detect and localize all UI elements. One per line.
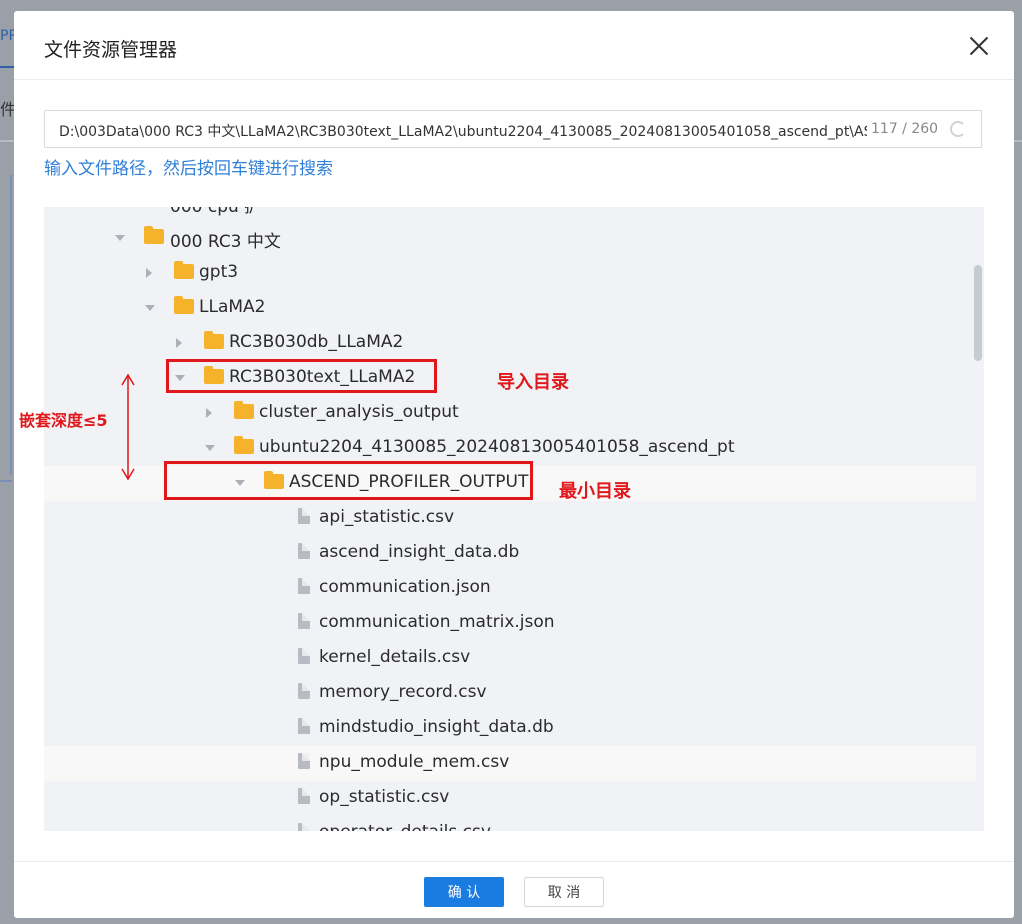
- tree-item-file[interactable]: communication_matrix.json: [44, 606, 976, 641]
- tree-item-label: communication.json: [319, 577, 491, 597]
- folder-icon: [234, 436, 254, 454]
- cancel-button[interactable]: 取 消: [524, 877, 604, 907]
- tree-item-label: 000 RC3 中文: [170, 232, 281, 252]
- chevron-right-icon[interactable]: [206, 408, 212, 418]
- tree-item-file[interactable]: api_statistic.csv: [44, 501, 976, 536]
- file-icon: [298, 788, 310, 804]
- import-dir-annotation: 导入目录: [497, 372, 569, 393]
- chevron-right-icon[interactable]: [146, 268, 152, 278]
- char-count: 117 / 260: [871, 121, 939, 137]
- loading-icon: [950, 121, 966, 137]
- dialog-header: 文件资源管理器: [14, 11, 1014, 80]
- tree-item-file[interactable]: communication.json: [44, 571, 976, 606]
- tree-item-folder[interactable]: RC3B030db_LLaMA2: [44, 326, 976, 361]
- tree-item-file[interactable]: op_statistic.csv: [44, 781, 976, 816]
- tree-item-file[interactable]: kernel_details.csv: [44, 641, 976, 676]
- tree-item-label: communication_matrix.json: [319, 612, 555, 632]
- file-icon: [298, 683, 310, 699]
- chevron-right-icon[interactable]: [176, 338, 182, 348]
- file-icon: [298, 823, 310, 831]
- tree-item-folder[interactable]: cluster_analysis_output: [44, 396, 976, 431]
- file-icon: [298, 578, 310, 594]
- path-input[interactable]: D:\003Data\000 RC3 中文\LLaMA2\RC3B030text…: [44, 110, 982, 148]
- tree-item-label: op_statistic.csv: [319, 787, 450, 807]
- tree-item-label: RC3B030db_LLaMA2: [229, 332, 404, 352]
- file-explorer-dialog: 文件资源管理器 D:\003Data\000 RC3 中文\LLaMA2\RC3…: [14, 11, 1014, 918]
- tree-item-label: kernel_details.csv: [319, 647, 471, 667]
- tree-item-folder[interactable]: LLaMA2: [44, 291, 976, 326]
- folder-icon: [234, 401, 254, 419]
- confirm-button[interactable]: 确 认: [424, 877, 504, 907]
- tree-item-file[interactable]: mindstudio_insight_data.db: [44, 711, 976, 746]
- dialog-footer: 确 认 取 消: [14, 861, 1014, 919]
- min-dir-annotation: 最小目录: [559, 481, 631, 502]
- path-input-value[interactable]: D:\003Data\000 RC3 中文\LLaMA2\RC3B030text…: [59, 121, 867, 141]
- tree-item-label: gpt3: [199, 262, 239, 282]
- tree-item-file[interactable]: npu_module_mem.csv: [44, 746, 976, 781]
- tree-item-partial[interactable]: 000 cpu 扩: [170, 207, 261, 217]
- tree-item-label: npu_module_mem.csv: [319, 752, 510, 772]
- file-icon: [298, 753, 310, 769]
- tree-item-file[interactable]: ascend_insight_data.db: [44, 536, 976, 571]
- chevron-down-icon[interactable]: [115, 235, 125, 241]
- nesting-depth-annotation: 嵌套深度≤5: [19, 411, 108, 430]
- folder-icon: [204, 331, 224, 349]
- background-line: [10, 175, 12, 475]
- chevron-down-icon[interactable]: [205, 445, 215, 451]
- file-icon: [298, 718, 310, 734]
- file-icon: [298, 508, 310, 524]
- tree-item-label: ascend_insight_data.db: [319, 542, 520, 562]
- folder-icon: [174, 261, 194, 279]
- import-dir-highlight: [166, 359, 437, 393]
- tree-scrollbar[interactable]: [974, 265, 982, 361]
- dialog-title: 文件资源管理器: [44, 39, 178, 61]
- tree-item-label: memory_record.csv: [319, 682, 487, 702]
- file-icon: [298, 648, 310, 664]
- path-hint: 输入文件路径，然后按回车键进行搜索: [44, 159, 333, 179]
- chevron-down-icon[interactable]: [145, 305, 155, 311]
- close-icon[interactable]: [966, 33, 992, 59]
- file-tree: 000 cpu 扩 000 RC3 中文 gpt3 LLaMA2 RC3B030…: [44, 207, 984, 831]
- file-icon: [298, 613, 310, 629]
- folder-icon: [174, 296, 194, 314]
- tree-item-label: LLaMA2: [199, 297, 266, 317]
- tree-item-folder[interactable]: gpt3: [44, 256, 976, 291]
- folder-icon: [144, 226, 164, 244]
- tree-item-label: api_statistic.csv: [319, 507, 455, 527]
- tree-item-folder[interactable]: 000 RC3 中文: [44, 221, 976, 256]
- file-icon: [298, 543, 310, 559]
- tree-item-file[interactable]: memory_record.csv: [44, 676, 976, 711]
- tree-item-label: ubuntu2204_4130085_20240813005401058_asc…: [259, 437, 735, 457]
- tree-item-label: operator_details.csv: [319, 822, 491, 831]
- min-dir-highlight: [164, 461, 533, 500]
- nesting-depth-arrow-icon: [121, 373, 135, 481]
- background-line: [0, 480, 12, 482]
- tree-item-label: mindstudio_insight_data.db: [319, 717, 554, 737]
- tree-item-label: cluster_analysis_output: [259, 402, 459, 422]
- tree-item-file[interactable]: operator_details.csv: [44, 816, 976, 831]
- background-tab-underline: [0, 66, 14, 68]
